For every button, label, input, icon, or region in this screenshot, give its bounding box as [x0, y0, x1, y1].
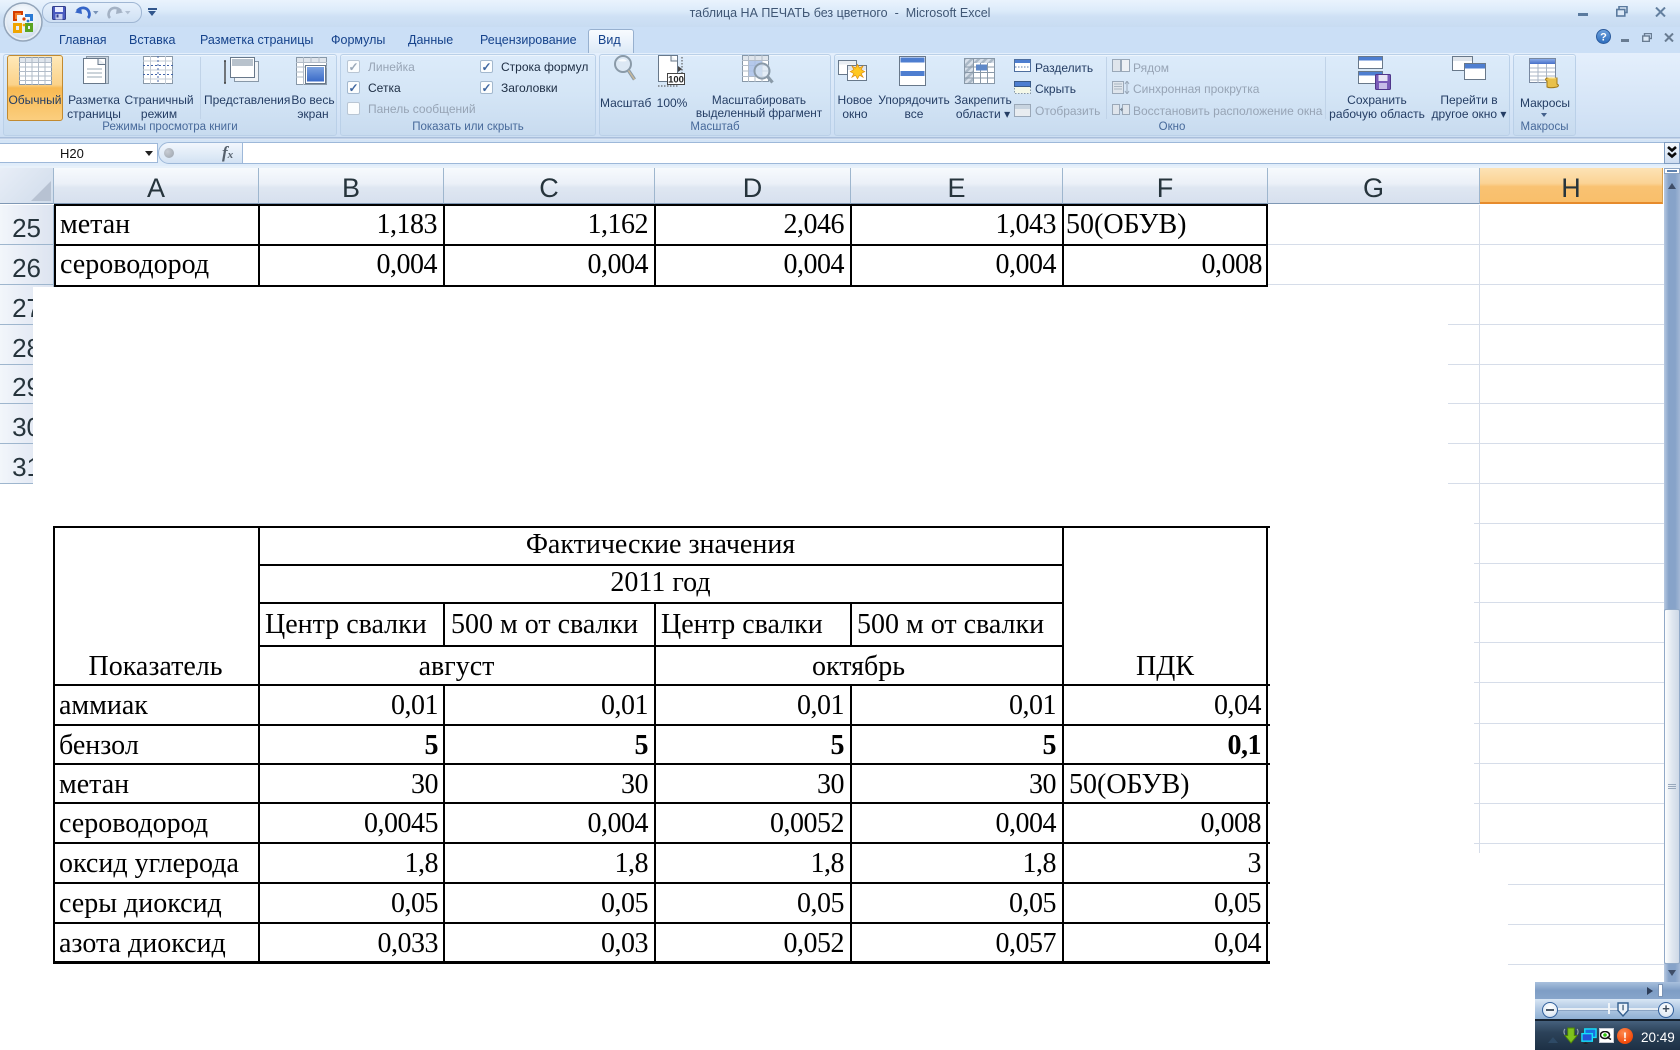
- svg-text:?: ?: [1600, 32, 1607, 44]
- svg-text:100: 100: [668, 75, 684, 86]
